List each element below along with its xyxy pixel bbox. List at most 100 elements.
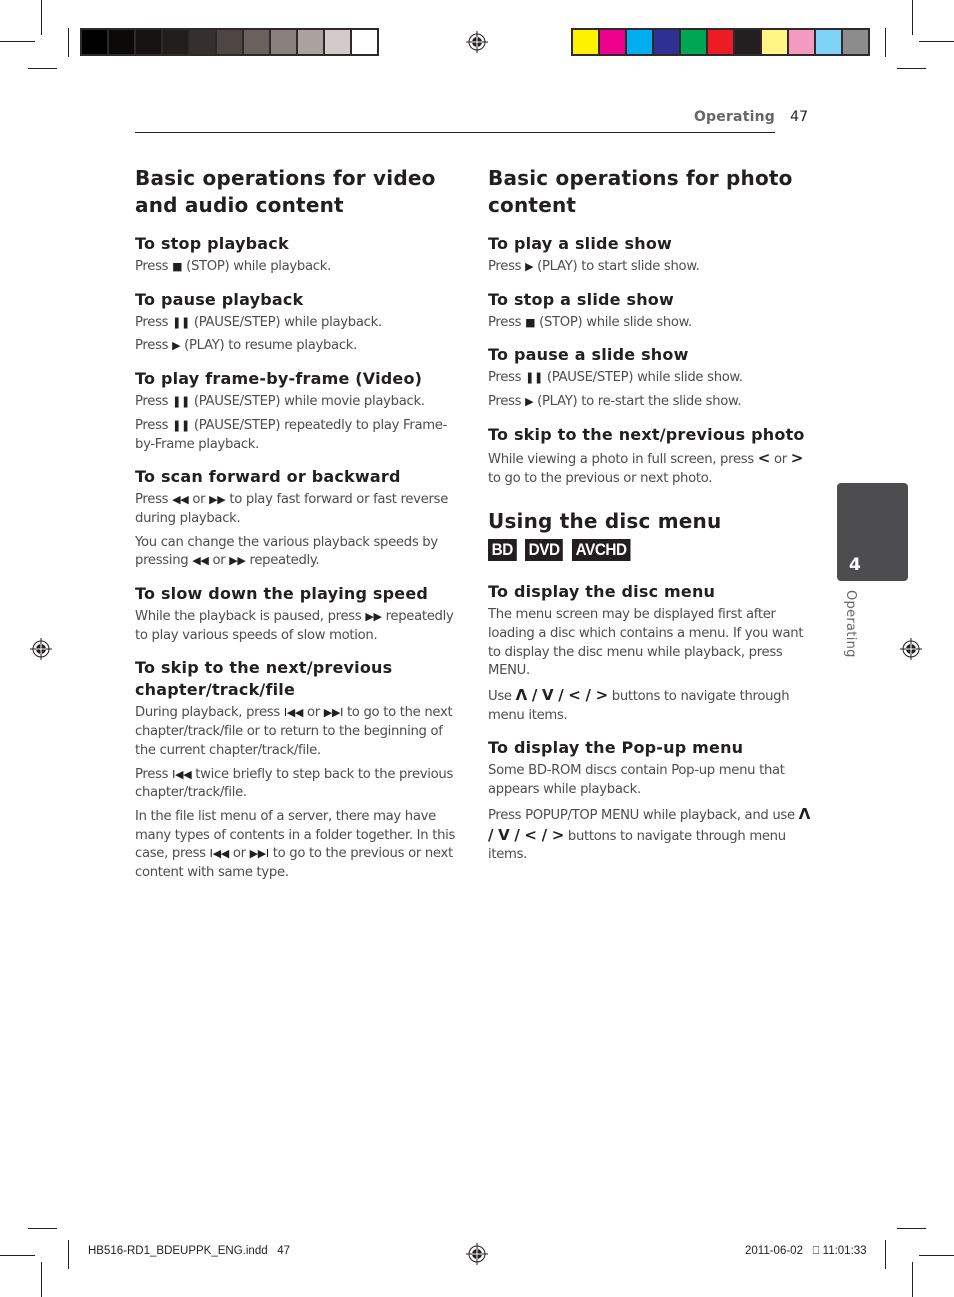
text-run: or xyxy=(188,492,210,508)
text-run: Press xyxy=(488,259,526,274)
left-arrow-icon: < xyxy=(757,448,771,467)
subsection-heading: To skip to the next/previous photo xyxy=(488,424,805,444)
section-title: Basic operations for video and audio con… xyxy=(135,166,436,217)
text-run: While the playback is paused, press xyxy=(135,609,366,625)
crop-mark xyxy=(68,28,69,57)
header-divider xyxy=(135,132,775,133)
skip-previous-icon: I◀◀ xyxy=(209,847,230,861)
page-number: 47 xyxy=(790,109,808,125)
disc-badge-bd: BD xyxy=(488,539,517,562)
pause-icon: ❚❚ xyxy=(172,395,190,409)
body-text: Use Λ / V / < / > buttons to navigate th… xyxy=(488,686,812,725)
crop-mark xyxy=(41,0,42,35)
text-run: (PLAY) to re-start the slide show. xyxy=(533,394,742,410)
pause-icon: ❚❚ xyxy=(172,418,190,432)
crop-mark xyxy=(885,1240,886,1269)
subsection-heading: To play a slide show xyxy=(488,234,673,253)
text-run: Press xyxy=(135,394,173,410)
text-run: Press xyxy=(135,338,173,354)
subsection-heading: To stop playback xyxy=(135,234,289,253)
text-run: Press xyxy=(488,394,526,410)
color-swatch xyxy=(816,30,841,54)
color-swatch xyxy=(298,30,323,54)
text-run: (PLAY) to resume playback. xyxy=(180,338,358,354)
subsection: To skip to the next/previous photo While … xyxy=(488,424,812,488)
disc-type-badges: BD DVD AVCHD xyxy=(488,539,812,562)
body-text: Press ◀◀ or ▶▶ to play fast forward or f… xyxy=(135,491,459,528)
color-swatch xyxy=(627,30,652,54)
color-swatch xyxy=(681,30,706,54)
color-swatch xyxy=(190,30,215,54)
crop-mark xyxy=(68,1240,69,1269)
crop-mark xyxy=(41,1262,42,1297)
crop-mark xyxy=(912,1262,913,1297)
color-swatch xyxy=(573,30,598,54)
left-column: Basic operations for video and audio con… xyxy=(135,165,459,895)
body-text: Press ■ (STOP) while playback. xyxy=(135,258,459,277)
chapter-number: 4 xyxy=(849,555,861,575)
registration-mark-icon xyxy=(466,1243,488,1265)
text-run: Press xyxy=(135,492,173,508)
body-text: The menu screen may be displayed first a… xyxy=(488,606,812,681)
subsection: To pause a slide show Press ❚❚ (PAUSE/STE… xyxy=(488,344,812,411)
crop-mark xyxy=(912,0,913,35)
fast-forward-icon: ▶▶ xyxy=(229,554,246,568)
text-run: Press xyxy=(135,259,173,274)
cmyk-color-bar xyxy=(571,28,870,56)
subsection: To scan forward or backward Press ◀◀ or ▶… xyxy=(135,466,459,571)
text-run: (PAUSE/STEP) while slide show. xyxy=(542,370,743,386)
body-text: Press ▶ (PLAY) to start slide show. xyxy=(488,258,812,277)
stop-icon: ■ xyxy=(172,260,183,273)
rewind-icon: ◀◀ xyxy=(172,493,189,507)
subsection-heading: To skip to the next/previous chapter/tra… xyxy=(135,658,393,700)
body-text: Press ❚❚ (PAUSE/STEP) while movie playba… xyxy=(135,393,459,412)
crop-mark xyxy=(0,1255,35,1256)
chapter-tab: 4 xyxy=(837,483,908,581)
color-swatch xyxy=(82,30,107,54)
color-swatch xyxy=(735,30,760,54)
text-run: or xyxy=(228,846,250,862)
color-swatch xyxy=(654,30,679,54)
crop-mark xyxy=(897,68,926,69)
crop-mark xyxy=(919,41,954,42)
subsection-heading: To pause a slide show xyxy=(488,345,689,365)
text-run: The menu screen may be displayed first a… xyxy=(488,607,804,679)
text-run: Some BD-ROM discs contain Pop-up menu th… xyxy=(488,763,785,798)
footer-timestamp: 2011-06-02 ⎕ 11:01:33 xyxy=(745,1245,867,1257)
text-run: (STOP) while playback. xyxy=(182,259,331,274)
registration-mark-icon xyxy=(466,31,488,53)
subsection-heading: To play frame-by-frame (Video) xyxy=(135,369,423,389)
text-run: Press POPUP/TOP MENU while playback, and… xyxy=(488,807,799,823)
footer-file-name: HB516-RD1_BDEUPPK_ENG.indd 47 xyxy=(88,1245,290,1257)
body-text: Press ❚❚ (PAUSE/STEP) while slide show. xyxy=(488,369,812,388)
body-text: During playback, press I◀◀ or ▶▶I to go … xyxy=(135,704,459,760)
grayscale-color-bar xyxy=(80,28,379,56)
color-swatch xyxy=(708,30,733,54)
text-run: or xyxy=(770,451,791,467)
header-section-title: Operating xyxy=(693,109,775,125)
body-text: Press ❚❚ (PAUSE/STEP) repeatedly to play… xyxy=(135,417,459,454)
disc-menu-title: Using the disc menu xyxy=(488,509,722,534)
crop-mark xyxy=(885,28,886,57)
subsection: To pause playback Press ❚❚ (PAUSE/STEP) w… xyxy=(135,289,459,356)
color-swatch xyxy=(789,30,814,54)
subsection-heading: To pause playback xyxy=(135,289,304,309)
color-swatch xyxy=(109,30,134,54)
text-run: (PLAY) to start slide show. xyxy=(533,259,700,274)
body-text: Press I◀◀ twice briefly to step back to … xyxy=(135,766,459,803)
text-run: or xyxy=(208,553,230,569)
color-swatch xyxy=(600,30,625,54)
crop-mark xyxy=(897,1228,926,1229)
registration-mark-icon xyxy=(900,638,922,660)
color-swatch xyxy=(325,30,350,54)
disc-badge-dvd: DVD xyxy=(524,539,563,562)
navigation-arrows-icon: Λ / V / < / > xyxy=(515,686,609,705)
body-text: You can change the various playback spee… xyxy=(135,534,459,571)
subsection: To stop playback Press ■ (STOP) while pla… xyxy=(135,233,459,277)
skip-next-icon: ▶▶I xyxy=(249,847,270,861)
body-text: Press POPUP/TOP MENU while playback, and… xyxy=(488,805,812,865)
chapter-label: Operating xyxy=(843,590,858,658)
body-text: Press ■ (STOP) while slide show. xyxy=(488,314,812,333)
running-header: Operating 47 xyxy=(135,109,808,133)
crop-mark xyxy=(28,1228,57,1229)
